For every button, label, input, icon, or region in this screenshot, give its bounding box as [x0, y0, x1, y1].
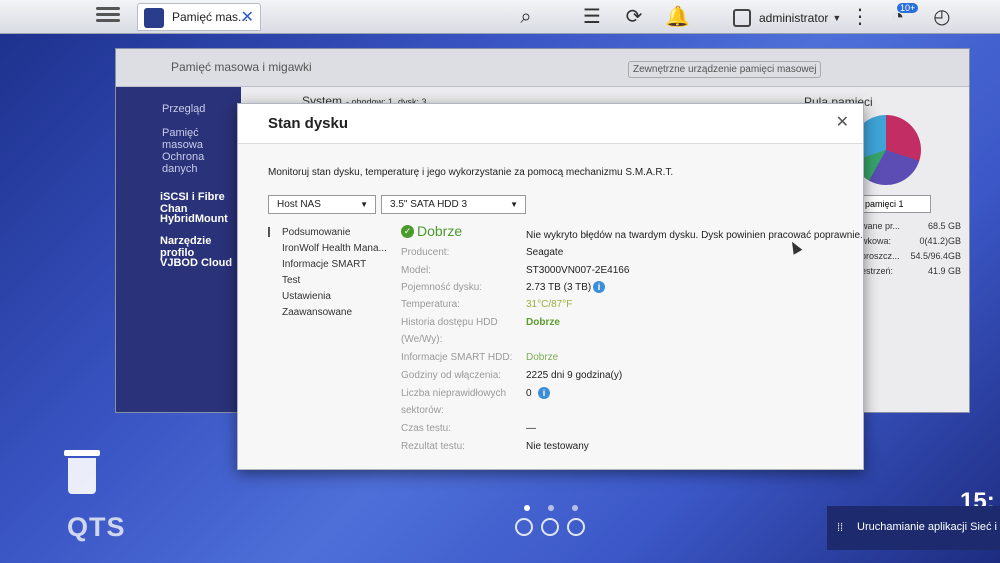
- external-storage-button[interactable]: Zewnętrzne urządzenie pamięci masowej: [628, 61, 822, 78]
- test-result-label: Rezultat testu:: [401, 441, 465, 452]
- close-icon[interactable]: ✕: [241, 7, 254, 27]
- check-circle-icon: ✓: [401, 224, 414, 238]
- window-title: Pamięć masowa i migawki: [171, 60, 312, 74]
- sidebar-item-overview[interactable]: Przegląd: [162, 103, 205, 115]
- pool-select[interactable]: pamięci 1: [861, 195, 931, 213]
- sidebar-item-vjbod[interactable]: VJBOD Cloud: [160, 257, 232, 269]
- host-select[interactable]: Host NAS ▼: [268, 195, 376, 214]
- capacity-label: Pojemność dysku:: [401, 282, 483, 293]
- sidebar-item-storage[interactable]: Pamięć masowa: [162, 127, 241, 151]
- page-dot[interactable]: [548, 505, 554, 511]
- access-history-value: Dobrze: [526, 317, 560, 328]
- status-text: Dobrze: [417, 223, 463, 239]
- status-message: Nie wykryto błędów na twardym dysku. Dys…: [526, 230, 863, 241]
- storage-window-header: Pamięć masowa i migawki Zewnętrzne urząd…: [116, 49, 969, 87]
- user-name: administrator: [759, 11, 829, 25]
- close-icon[interactable]: ✕: [836, 112, 849, 132]
- chevron-down-icon: ▼: [832, 13, 842, 23]
- page-dot[interactable]: [524, 505, 530, 511]
- qts-logo: QTS: [67, 512, 126, 542]
- test-time-value: —: [526, 423, 536, 434]
- nav-smart-info[interactable]: Informacje SMART: [282, 259, 366, 270]
- nav-ironwolf-health[interactable]: IronWolf Health Mana...: [282, 243, 387, 254]
- sidebar-item-iscsi[interactable]: iSCSI i Fibre Chan: [160, 191, 241, 215]
- smart-value: Dobrze: [526, 352, 559, 363]
- pool-stat-row: wane pr... 68.5 GB: [861, 221, 961, 231]
- sidebar-item-profiling[interactable]: Narzędzie profilo: [160, 235, 241, 259]
- background-tasks-icon[interactable]: ☰: [580, 5, 604, 29]
- disk-select-value: 3.5" SATA HDD 3: [390, 199, 468, 210]
- storage-app-icon: [144, 8, 164, 28]
- nav-test[interactable]: Test: [282, 275, 300, 286]
- tab-storage[interactable]: Pamięć mas... ✕: [137, 3, 261, 31]
- dock-app-icon[interactable]: [567, 518, 585, 536]
- storage-sidebar: Przegląd Pamięć masowa Ochrona danych iS…: [116, 87, 241, 412]
- dialog-description: Monitoruj stan dysku, temperaturę i jego…: [268, 167, 674, 178]
- tab-label: Pamięć mas...: [172, 10, 249, 24]
- notification-toast[interactable]: ⁞⁞ Uruchamianie aplikacji Sieć i p: [827, 506, 1000, 550]
- access-history-label: Historia dostępu HDD: [401, 317, 498, 328]
- power-on-hours-value: 2225 dni 9 godzina(y): [526, 370, 623, 381]
- sidebar-item-data-protection[interactable]: Ochrona danych: [162, 151, 241, 175]
- notification-text: Uruchamianie aplikacji Sieć i p: [857, 521, 1000, 533]
- info-icon[interactable]: i: [593, 281, 605, 293]
- top-bar: Pamięć mas... ✕ ⌕ ☰ ⟳ 🔔 administrator ▼ …: [0, 0, 1000, 34]
- sidebar-item-hybridmount[interactable]: HybridMount: [160, 213, 228, 225]
- nav-summary[interactable]: Podsumowanie: [282, 227, 350, 238]
- model-label: Model:: [401, 265, 432, 276]
- dashboard-icon[interactable]: ◴: [930, 5, 954, 29]
- manufacturer-value: Seagate: [526, 247, 564, 258]
- disk-status: ✓ Dobrze: [401, 223, 462, 239]
- chevron-down-icon: ▼: [360, 200, 368, 209]
- nav-advanced[interactable]: Zaawansowane: [282, 307, 352, 318]
- grid-icon: ⁞⁞: [837, 522, 844, 534]
- dialog-title: Stan dysku: [268, 115, 349, 132]
- temperature-value: 31°C/87°F: [526, 299, 573, 310]
- disk-select[interactable]: 3.5" SATA HDD 3 ▼: [381, 195, 526, 214]
- power-on-hours-label: Godziny od włączenia:: [401, 370, 502, 381]
- status-badge: 10+: [897, 3, 919, 13]
- dock-app-icon[interactable]: [515, 518, 533, 536]
- bad-sectors-value: 0: [526, 388, 532, 399]
- dock-app-icon[interactable]: [541, 518, 559, 536]
- pool-stat-row: proszcz... 54.5/96.4GB: [861, 251, 961, 261]
- user-avatar-icon: [733, 9, 751, 27]
- bad-sectors-label: Liczba nieprawidłowych: [401, 388, 507, 399]
- search-icon[interactable]: ⌕: [514, 5, 538, 29]
- user-menu[interactable]: administrator ▼: [733, 7, 841, 29]
- more-options-icon[interactable]: ⋮: [848, 5, 872, 29]
- temperature-label: Temperatura:: [401, 299, 460, 310]
- chevron-down-icon: ▼: [510, 200, 518, 209]
- pool-stat-row: wkowa: 0(41.2)GB: [861, 236, 961, 246]
- model-value: ST3000VN007-2E4166: [526, 265, 630, 276]
- page-dot[interactable]: [572, 505, 578, 511]
- bad-sectors-label-2: sektorów:: [401, 405, 444, 416]
- host-select-value: Host NAS: [277, 199, 321, 210]
- info-icon[interactable]: i: [538, 387, 550, 399]
- test-time-label: Czas testu:: [401, 423, 452, 434]
- pool-stat-row: estrzeń: 41.9 GB: [861, 266, 961, 276]
- manufacturer-label: Producent:: [401, 247, 450, 258]
- test-result-value: Nie testowany: [526, 441, 589, 452]
- capacity-value: 2.73 TB (3 TB): [526, 282, 592, 293]
- dialog-header: Stan dysku ✕: [238, 104, 863, 144]
- external-device-icon[interactable]: ⟳: [622, 5, 646, 29]
- active-nav-marker: [268, 227, 270, 237]
- access-history-label-2: (We/Wy):: [401, 334, 443, 345]
- smart-label: Informacje SMART HDD:: [401, 352, 513, 363]
- trash-icon[interactable]: [64, 450, 100, 494]
- notification-bell-icon[interactable]: 🔔: [665, 5, 690, 29]
- disk-status-dialog: Stan dysku ✕ Monitoruj stan dysku, tempe…: [237, 103, 864, 470]
- main-menu-icon[interactable]: [96, 4, 120, 28]
- nav-settings[interactable]: Ustawienia: [282, 291, 331, 302]
